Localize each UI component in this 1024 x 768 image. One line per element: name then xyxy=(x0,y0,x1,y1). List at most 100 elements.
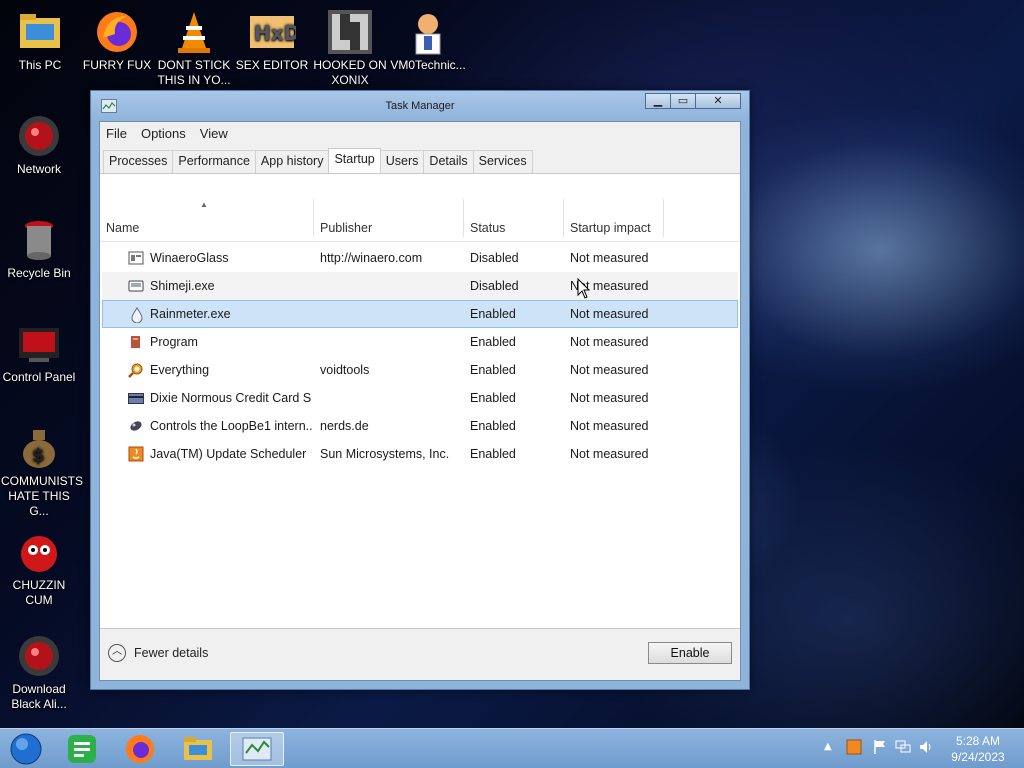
row-name: WinaeroGlass xyxy=(150,251,229,265)
desktop-icon-label: DONT STICK THIS IN YO... xyxy=(157,58,231,87)
table-row[interactable]: Dixie Normous Credit Card S... Enabled N… xyxy=(102,384,738,412)
control-panel-icon xyxy=(15,320,63,368)
chevron-up-icon: ︿ xyxy=(108,644,126,662)
title-bar[interactable]: Task Manager ▁ ▭ ✕ xyxy=(91,91,749,121)
column-headers: ▲ Name Publisher Status Startup impact xyxy=(100,199,740,242)
desktop-icon-recycle-bin[interactable]: Recycle Bin xyxy=(1,216,77,281)
column-header-name[interactable]: Name xyxy=(100,199,314,237)
column-header-startup-impact[interactable]: Startup impact xyxy=(564,199,664,237)
java-icon xyxy=(128,446,144,462)
row-publisher: http://winaero.com xyxy=(320,251,423,265)
startup-list: ▲ Name Publisher Status Startup impact W… xyxy=(100,199,740,628)
desktop-icon-communists[interactable]: $ COMMUNISTS HATE THIS G... xyxy=(1,424,83,519)
desktop-icon-hooked-on-xonix[interactable]: HOOKED ON XONIX xyxy=(312,8,388,88)
enable-button[interactable]: Enable xyxy=(648,642,732,664)
column-header-publisher[interactable]: Publisher xyxy=(314,199,464,237)
tab-app-history[interactable]: App history xyxy=(254,150,330,173)
desktop-icon-network[interactable]: Network xyxy=(1,112,77,177)
row-name: Everything xyxy=(150,363,210,377)
vlc-cone-icon xyxy=(170,8,218,56)
volume-icon[interactable] xyxy=(918,739,934,758)
taskbar-firefox[interactable] xyxy=(114,732,166,766)
minimize-button[interactable]: ▁ xyxy=(645,93,671,109)
table-row-selected[interactable]: Rainmeter.exe Enabled Not measured xyxy=(102,300,738,328)
tab-services[interactable]: Services xyxy=(472,150,533,173)
column-header-status[interactable]: Status xyxy=(464,199,564,237)
desktop-icon-chuzzin[interactable]: CHUZZIN CUM xyxy=(1,528,77,608)
tab-processes[interactable]: Processes xyxy=(103,150,174,173)
credit-card-icon xyxy=(128,390,144,406)
row-impact: Not measured xyxy=(570,391,649,405)
tab-performance[interactable]: Performance xyxy=(172,150,256,173)
flag-icon[interactable] xyxy=(872,739,888,758)
taskbar: ▲ 5:28 AM 9/24/2023 xyxy=(0,728,1024,768)
doctor-icon xyxy=(404,8,452,56)
row-name: Rainmeter.exe xyxy=(150,307,231,321)
taskbar-file-explorer[interactable] xyxy=(172,732,224,766)
row-impact: Not measured xyxy=(570,307,649,321)
menu-file[interactable]: File xyxy=(106,126,127,141)
hxd-icon: HxD xyxy=(248,8,300,56)
shimeji-icon xyxy=(128,278,144,294)
fewer-details-toggle[interactable]: ︿ Fewer details xyxy=(108,644,208,662)
tab-startup[interactable]: Startup xyxy=(328,148,381,173)
maximize-button[interactable]: ▭ xyxy=(670,93,696,109)
money-bag-icon: $ xyxy=(15,424,63,472)
desktop-icon-label: SEX EDITOR xyxy=(235,58,309,72)
start-button[interactable] xyxy=(2,732,50,766)
desktop-icon-label: Control Panel xyxy=(2,370,76,384)
xonix-game-icon xyxy=(326,8,374,56)
row-impact: Not measured xyxy=(570,419,649,433)
taskbar-task-manager[interactable] xyxy=(230,732,284,766)
row-status: Enabled xyxy=(470,335,516,349)
loopback-icon xyxy=(128,418,144,434)
row-status: Enabled xyxy=(470,391,516,405)
recycle-bin-icon xyxy=(15,216,63,264)
tab-details[interactable]: Details xyxy=(423,150,474,173)
magnifier-icon xyxy=(128,362,144,378)
taskbar-notes-app[interactable] xyxy=(56,732,108,766)
folder-pc-icon xyxy=(16,8,64,56)
tray-overflow-chevron-icon[interactable]: ▲ xyxy=(824,741,832,752)
row-impact: Not measured xyxy=(570,335,649,349)
row-name: Shimeji.exe xyxy=(150,279,215,293)
table-row[interactable]: Everything voidtools Enabled Not measure… xyxy=(102,356,738,384)
row-publisher: nerds.de xyxy=(320,419,369,433)
desktop-icon-label: Recycle Bin xyxy=(7,266,71,280)
desktop-icon-furry-fux[interactable]: FURRY FUX xyxy=(79,8,155,73)
desktop-icon-dont-stick[interactable]: DONT STICK THIS IN YO... xyxy=(156,8,232,88)
menu-view[interactable]: View xyxy=(200,126,228,141)
row-name: Java(TM) Update Scheduler xyxy=(150,447,307,461)
java-tray-icon[interactable] xyxy=(846,739,862,758)
tab-strip: Processes Performance App history Startu… xyxy=(100,144,740,174)
red-creature-icon xyxy=(15,528,63,576)
desktop-icon-control-panel[interactable]: Control Panel xyxy=(1,320,77,385)
desktop-icon-vm0technic[interactable]: VM0Technic... xyxy=(390,8,466,73)
row-name: Controls the LoopBe1 intern... xyxy=(150,419,312,433)
table-row[interactable]: Java(TM) Update Scheduler Sun Microsyste… xyxy=(102,440,738,468)
menu-options[interactable]: Options xyxy=(141,126,186,141)
close-button[interactable]: ✕ xyxy=(695,93,741,109)
row-impact: Not measured xyxy=(570,447,649,461)
row-status: Enabled xyxy=(470,363,516,377)
clock-date: 9/24/2023 xyxy=(951,750,1005,764)
desktop-icon-label: CHUZZIN CUM xyxy=(12,578,66,607)
desktop-icon-label: HOOKED ON XONIX xyxy=(313,58,387,87)
desktop-icon-this-pc[interactable]: This PC xyxy=(2,8,78,73)
desktop-icon-sex-editor[interactable]: HxD SEX EDITOR xyxy=(234,8,310,73)
desktop-icon-label: FURRY FUX xyxy=(82,58,152,72)
table-row[interactable]: WinaeroGlass http://winaero.com Disabled… xyxy=(102,244,738,272)
row-status: Enabled xyxy=(470,447,516,461)
row-status: Disabled xyxy=(470,251,519,265)
desktop-icon-download[interactable]: Download Black Ali... xyxy=(1,632,77,712)
taskbar-clock[interactable]: 5:28 AM 9/24/2023 xyxy=(948,733,1008,765)
table-row[interactable]: Program Enabled Not measured xyxy=(102,328,738,356)
table-row[interactable]: Controls the LoopBe1 intern... nerds.de … xyxy=(102,412,738,440)
fewer-details-label: Fewer details xyxy=(134,646,209,660)
desktop-icon-label: Download Black Ali... xyxy=(11,682,67,711)
table-row[interactable]: Shimeji.exe Disabled Not measured xyxy=(102,272,738,300)
clock-time: 5:28 AM xyxy=(955,734,1001,748)
desktop-icon-label: This PC xyxy=(18,58,62,72)
network-tray-icon[interactable] xyxy=(894,739,912,758)
tab-users[interactable]: Users xyxy=(379,150,425,173)
